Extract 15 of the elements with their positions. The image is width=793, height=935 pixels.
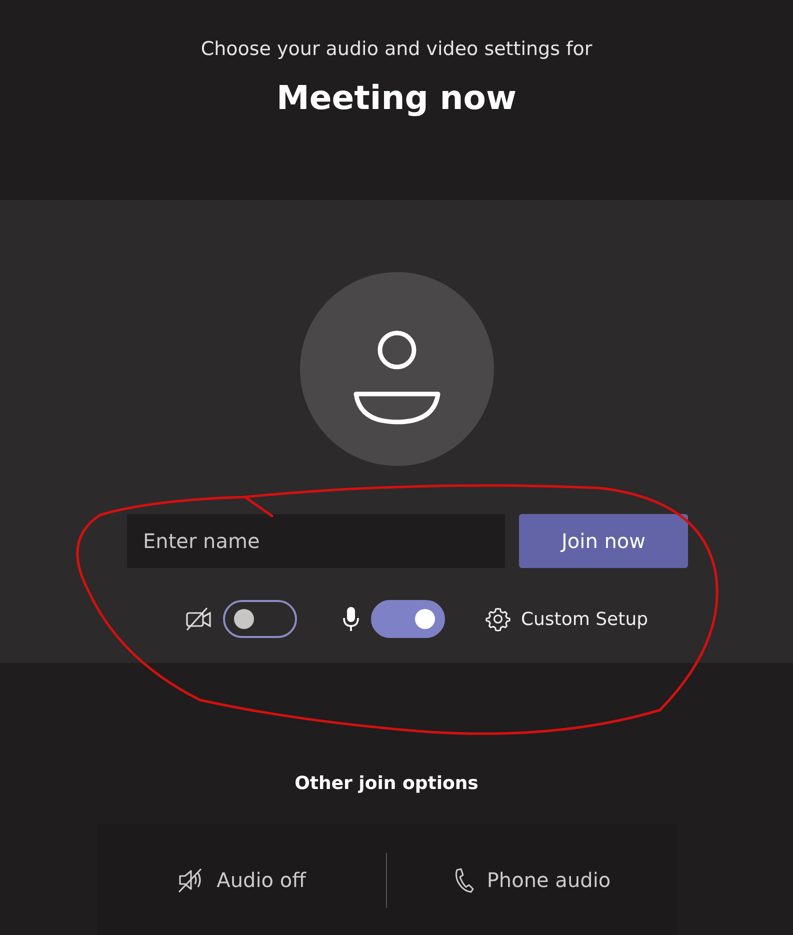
meeting-title: Meeting now (276, 78, 516, 117)
settings-icon (484, 606, 511, 632)
phone-icon (452, 867, 475, 893)
avatar-icon (300, 272, 494, 466)
custom-setup-button[interactable]: Custom Setup (484, 606, 648, 632)
toggle-switch[interactable] (222, 600, 297, 638)
subtitle: Choose your audio and video settings for (200, 38, 592, 60)
toggle-switch[interactable] (370, 600, 445, 638)
join-option-button[interactable]: Phone audio (387, 866, 676, 894)
join-option-button[interactable]: Audio off (96, 866, 386, 894)
name-field[interactable]: Enter name (127, 514, 505, 568)
other-options-heading: Other join options (294, 773, 478, 794)
join-button[interactable]: Join now (519, 514, 688, 568)
camera-off-icon (184, 607, 213, 631)
microphone-icon (340, 605, 361, 633)
